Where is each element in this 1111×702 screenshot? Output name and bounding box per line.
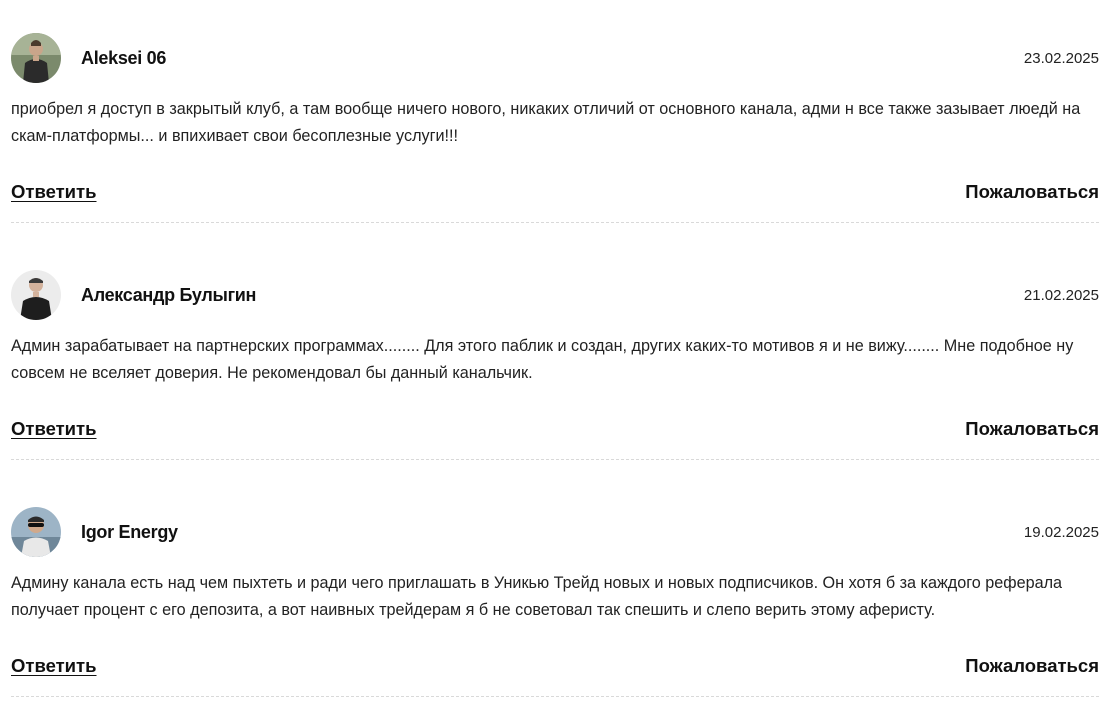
reply-link[interactable]: Ответить — [11, 181, 97, 203]
user-photo-icon — [11, 270, 61, 320]
report-link[interactable]: Пожаловаться — [965, 181, 1099, 203]
report-link[interactable]: Пожаловаться — [965, 655, 1099, 677]
reply-link[interactable]: Ответить — [11, 655, 97, 677]
avatar[interactable] — [11, 507, 61, 557]
avatar[interactable] — [11, 33, 61, 83]
reply-link[interactable]: Ответить — [11, 418, 97, 440]
comment-text: Админу канала есть над чем пыхтеть и рад… — [11, 574, 1063, 619]
comment-item: Igor Energy 19.02.2025 Админу канала ест… — [11, 507, 1099, 697]
comment-date: 23.02.2025 — [1023, 50, 1099, 67]
comment-header: Igor Energy 19.02.2025 — [11, 507, 1099, 559]
comment-header: Aleksei 06 23.02.2025 — [11, 33, 1099, 85]
comment-header: Александр Булыгин 21.02.2025 — [11, 270, 1099, 322]
user-photo-icon — [11, 33, 61, 83]
comment-item: Aleksei 06 23.02.2025 приобрел я доступ … — [11, 33, 1099, 223]
avatar[interactable] — [11, 270, 61, 320]
comment-text: приобрел я доступ в закрытый клуб, а там… — [11, 100, 1081, 145]
user-photo-icon — [11, 507, 61, 557]
comment-date: 19.02.2025 — [1023, 524, 1099, 541]
comment-item: Александр Булыгин 21.02.2025 Админ зараб… — [11, 270, 1099, 460]
author-name: Александр Булыгин — [81, 285, 257, 305]
comment-date: 21.02.2025 — [1023, 287, 1099, 304]
comment-text: Админ зарабатывает на партнерских програ… — [11, 337, 1074, 382]
comments-list: Aleksei 06 23.02.2025 приобрел я доступ … — [0, 0, 1111, 702]
author-name: Igor Energy — [81, 522, 178, 542]
author-name: Aleksei 06 — [81, 48, 167, 68]
report-link[interactable]: Пожаловаться — [965, 418, 1099, 440]
